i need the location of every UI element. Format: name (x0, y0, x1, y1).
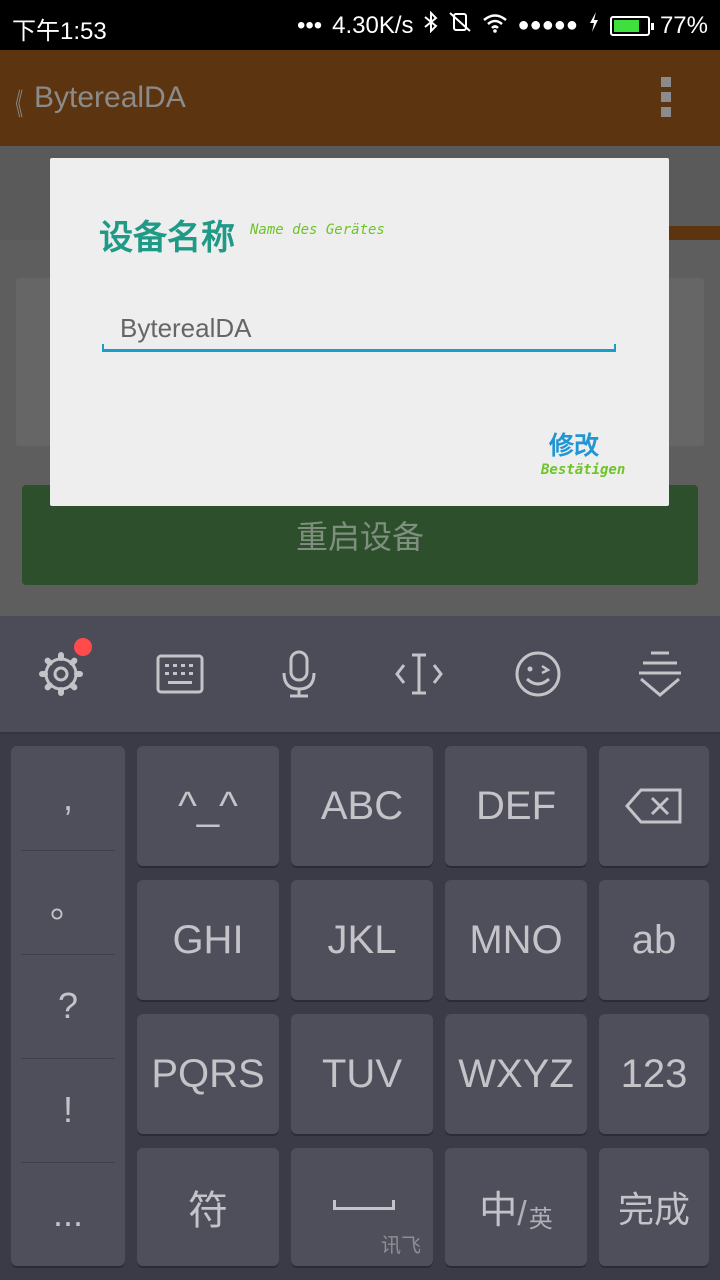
key-tuv[interactable]: TUV (291, 1014, 433, 1134)
symbol-key[interactable]: 符 (137, 1148, 279, 1266)
key-ab[interactable]: ab (599, 880, 709, 1000)
dialog-title: 设备名称 (99, 219, 235, 257)
app-title: ByterealDA (34, 81, 186, 114)
back-icon[interactable]: 《 (8, 80, 23, 124)
space-bar-glyph (333, 1200, 395, 1210)
key-emoticon[interactable]: ^_^ (137, 746, 279, 866)
keyboard-toolbar (0, 616, 720, 734)
key-mno[interactable]: MNO (445, 880, 587, 1000)
language-switch-key[interactable]: 中 / 英 (445, 1148, 587, 1266)
key-123[interactable]: 123 (599, 1014, 709, 1134)
lang-english-label: 英 (528, 1206, 553, 1233)
lang-divider: / (517, 1195, 527, 1233)
input-underline (102, 344, 616, 352)
punct-exclaim-key[interactable]: ! (11, 1058, 125, 1162)
microphone-icon[interactable] (271, 646, 327, 702)
app-bar: 《 ByterealDA (0, 50, 720, 146)
charging-icon (588, 11, 600, 40)
backspace-icon (625, 788, 682, 824)
key-def[interactable]: DEF (445, 746, 587, 866)
space-key[interactable]: 讯飞 (291, 1148, 433, 1266)
soft-keyboard: , 。 ? ! ... ^_^ ABC DEF GHI JKL MNO ab P… (0, 616, 720, 1280)
punctuation-column: , 。 ? ! ... (11, 746, 125, 1266)
punct-comma-key[interactable]: , (11, 746, 125, 850)
backspace-key[interactable] (599, 746, 709, 866)
emoji-icon[interactable] (510, 646, 566, 702)
key-jkl[interactable]: JKL (291, 880, 433, 1000)
confirm-button[interactable]: 修改 (549, 426, 599, 462)
key-abc[interactable]: ABC (291, 746, 433, 866)
key-wxyz[interactable]: WXYZ (445, 1014, 587, 1134)
punct-question-key[interactable]: ? (11, 954, 125, 1058)
rename-dialog: 设备名称 Name des Gerätes 修改 Bestätigen (50, 158, 669, 506)
punct-ellipsis-key[interactable]: ... (11, 1162, 125, 1266)
space-brand-label: 讯飞 (381, 1235, 421, 1257)
status-bar: 下午1:53 ••• 4.30K/s ●●●●● 77% (0, 0, 720, 50)
wifi-icon (482, 12, 508, 40)
cursor-move-icon[interactable] (391, 646, 447, 702)
status-time: 下午1:53 (12, 18, 107, 45)
network-speed: 4.30K/s (332, 11, 414, 39)
vibrate-off-icon (448, 11, 472, 40)
battery-percent: 77% (659, 11, 708, 39)
done-key[interactable]: 完成 (599, 1148, 709, 1266)
signal-strength: ●●●●● (517, 14, 578, 36)
overflow-menu-icon[interactable] (660, 77, 672, 117)
status-icons: ••• 4.30K/s ●●●●● 77% (296, 10, 708, 40)
bluetooth-icon (423, 10, 438, 40)
punct-period-key[interactable]: 。 (11, 850, 125, 954)
lang-chinese-label: 中 (479, 1190, 518, 1232)
dialog-title-translation: Name des Gerätes (250, 222, 385, 238)
device-name-input[interactable] (102, 306, 616, 350)
keyboard-layout-icon[interactable] (152, 646, 208, 702)
key-ghi[interactable]: GHI (137, 880, 279, 1000)
battery-icon (609, 15, 654, 36)
key-pqrs[interactable]: PQRS (137, 1014, 279, 1134)
hide-keyboard-icon[interactable] (632, 646, 688, 702)
confirm-translation: Bestätigen (541, 462, 626, 478)
more-dots: ••• (296, 11, 323, 39)
notification-dot (74, 638, 92, 656)
